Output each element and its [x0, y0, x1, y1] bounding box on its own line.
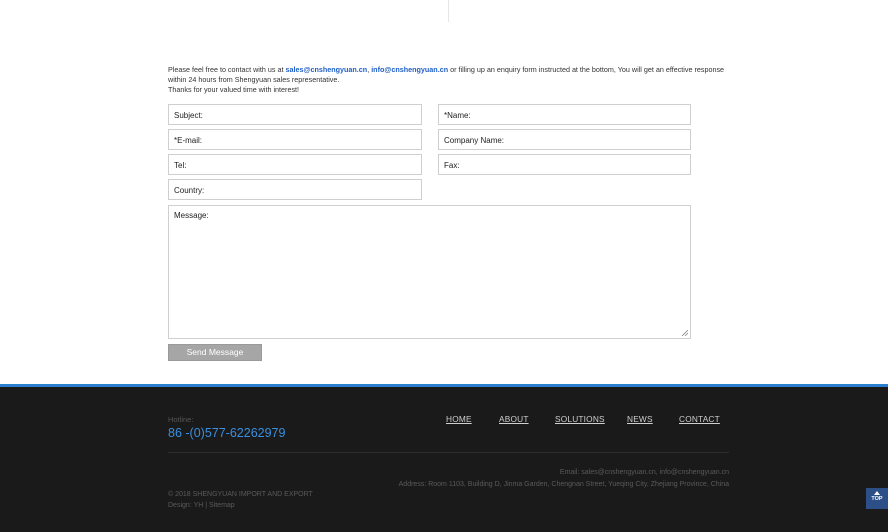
subject-input[interactable] [169, 106, 421, 125]
footer-email: Email: sales@cnshengyuan.cn, info@cnshen… [559, 469, 729, 476]
company-name-input[interactable] [439, 131, 690, 150]
message-field-wrap [168, 205, 691, 339]
subject-field-wrap [168, 104, 422, 125]
design-prefix: Design: [168, 502, 194, 509]
intro-thanks: Thanks for your valued time with interes… [168, 85, 300, 94]
email-link-info[interactable]: info@cnshengyuan.cn [371, 65, 448, 74]
nav-home[interactable]: HOME [446, 414, 472, 424]
footer-address: Address: Room 1103, Building D, Jinma Ga… [398, 481, 729, 488]
back-to-top-label: TOP [871, 496, 883, 502]
sitemap-link[interactable]: Sitemap [209, 502, 235, 509]
hotline-label: Hotline: [168, 415, 194, 424]
footer-divider [168, 452, 729, 453]
intro-lead: Please feel free to contact with us at [168, 65, 286, 74]
message-textarea[interactable] [169, 206, 690, 338]
design-credit: Design: YH | Sitemap [168, 502, 235, 509]
arrow-up-icon [874, 491, 880, 495]
footer: Hotline: 86 -(0)577-62262979 HOME ABOUT … [0, 384, 888, 532]
tel-field-wrap [168, 154, 422, 175]
top-divider [448, 0, 449, 22]
country-input[interactable] [169, 181, 421, 200]
fax-field-wrap [438, 154, 691, 175]
name-field-wrap [438, 104, 691, 125]
email-field-wrap [168, 129, 422, 150]
nav-about[interactable]: ABOUT [499, 414, 529, 424]
contact-intro: Please feel free to contact with us at s… [168, 65, 728, 95]
back-to-top-button[interactable]: TOP [866, 488, 888, 509]
nav-news[interactable]: NEWS [627, 414, 653, 424]
fax-input[interactable] [439, 156, 690, 175]
email-input[interactable] [169, 131, 421, 150]
resize-grip-icon[interactable] [682, 330, 688, 336]
nav-solutions[interactable]: SOLUTIONS [555, 414, 605, 424]
email-link-sales[interactable]: sales@cnshengyuan.cn [285, 65, 367, 74]
copyright: © 2018 SHENGYUAN IMPORT AND EXPORT [168, 491, 313, 498]
nav-contact[interactable]: CONTACT [679, 414, 720, 424]
tel-input[interactable] [169, 156, 421, 175]
company-field-wrap [438, 129, 691, 150]
country-field-wrap [168, 179, 422, 200]
name-input[interactable] [439, 106, 690, 125]
hotline-number: 86 -(0)577-62262979 [168, 426, 286, 440]
design-by-link[interactable]: YH [194, 502, 204, 509]
send-message-button[interactable]: Send Message [168, 344, 262, 361]
intro-paragraph: Please feel free to contact with us at s… [168, 65, 728, 85]
